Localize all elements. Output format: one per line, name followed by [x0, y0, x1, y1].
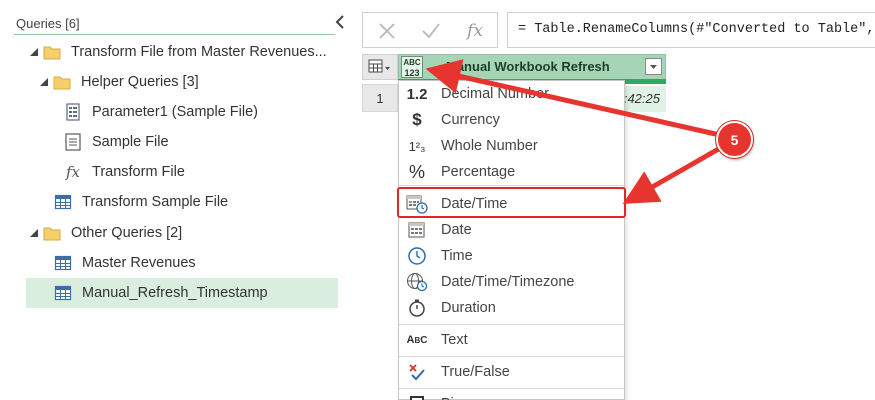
menu-item-whole-number[interactable]: 1²₃ Whole Number	[399, 133, 624, 159]
menu-item-percentage[interactable]: % Percentage	[399, 159, 624, 185]
tree-item-master-revenues[interactable]: Master Revenues	[54, 248, 346, 278]
tree-item-parameter1[interactable]: Parameter1 (Sample File)	[64, 97, 346, 127]
menu-item-currency[interactable]: $ Currency	[399, 107, 624, 133]
menu-item-label: Whole Number	[441, 138, 538, 154]
decimal-number-icon: 1.2	[406, 85, 428, 103]
stopwatch-icon	[405, 297, 429, 319]
column-title: Manual Workbook Refresh	[446, 59, 610, 74]
tree-item-other-queries-folder[interactable]: Other Queries [2]	[16, 218, 346, 248]
formula-buttons-box: fx	[362, 12, 498, 48]
formula-input[interactable]: = Table.RenameColumns(#"Converted to Tab…	[507, 12, 875, 48]
menu-item-label: Decimal Number	[441, 86, 549, 102]
text-abc-icon: ABC	[406, 334, 428, 346]
currency-icon: $	[412, 110, 422, 129]
menu-item-label: Date	[441, 222, 472, 238]
tree-item-label: Helper Queries [3]	[81, 74, 199, 90]
tree-item-manual-refresh-timestamp[interactable]: Manual_Refresh_Timestamp	[26, 278, 338, 308]
menu-item-label: Percentage	[441, 164, 516, 180]
menu-item-duration[interactable]: Duration	[399, 295, 624, 321]
menu-separator	[399, 185, 624, 186]
chevron-down-icon	[650, 65, 657, 69]
table-menu-corner-button[interactable]	[362, 54, 398, 80]
table-icon	[54, 255, 72, 271]
arrow-to-date-time	[622, 144, 724, 204]
tree-item-label: Other Queries [2]	[71, 225, 183, 241]
parameter-icon	[66, 103, 80, 121]
menu-separator	[399, 388, 624, 389]
data-type-selector-icon[interactable]: ABC 123	[401, 56, 423, 78]
type-icon-bottom-text: 123	[404, 68, 420, 78]
tree-item-label: Sample File	[92, 134, 169, 150]
expand-caret-icon[interactable]	[39, 77, 49, 87]
calendar-icon	[405, 219, 429, 241]
data-type-menu: 1.2 Decimal Number $ Currency 1²₃ Whole …	[398, 80, 625, 400]
queries-header: Queries [6]	[16, 16, 80, 31]
tree-item-label: Master Revenues	[82, 255, 196, 271]
menu-separator	[399, 356, 624, 357]
menu-item-text[interactable]: ABC Text	[399, 327, 624, 353]
menu-item-decimal-number[interactable]: 1.2 Decimal Number	[399, 81, 624, 107]
row-number[interactable]: 1	[362, 84, 398, 112]
menu-item-label: Currency	[441, 112, 500, 128]
menu-item-label: Text	[441, 332, 468, 348]
menu-item-label: True/False	[441, 364, 510, 380]
menu-item-binary[interactable]: Bi	[399, 391, 624, 400]
tree-item-label: Parameter1 (Sample File)	[92, 104, 258, 120]
menu-item-label: Time	[441, 248, 473, 264]
table-icon	[54, 285, 72, 301]
folder-icon	[43, 227, 61, 241]
folder-icon	[43, 46, 61, 60]
tree-item-label: Transform Sample File	[82, 194, 229, 210]
table-menu-icon	[368, 59, 390, 73]
function-fx-icon: fx	[65, 163, 80, 181]
step-number-badge: 5	[716, 121, 753, 158]
date-time-highlight-box	[397, 187, 626, 218]
column-filter-dropdown[interactable]	[645, 58, 662, 75]
queries-header-underline	[14, 34, 335, 35]
whole-number-icon: 1²₃	[408, 138, 426, 154]
insert-function-fx-icon[interactable]: fx	[453, 13, 497, 49]
confirm-check-icon[interactable]	[409, 13, 453, 49]
menu-item-label: Date/Time/Timezone	[441, 274, 575, 290]
binary-icon	[405, 393, 429, 400]
file-icon	[65, 133, 81, 151]
menu-item-date[interactable]: Date	[399, 217, 624, 243]
expand-caret-icon[interactable]	[29, 228, 39, 238]
tree-item-label: Manual_Refresh_Timestamp	[82, 285, 268, 301]
percentage-icon: %	[408, 161, 425, 182]
expand-caret-icon[interactable]	[29, 47, 39, 57]
tree-item-label: Transform File from Master Revenues...	[71, 44, 327, 60]
menu-separator	[399, 324, 624, 325]
tree-item-label: Transform File	[92, 164, 185, 180]
menu-item-label: Duration	[441, 300, 496, 316]
tree-item-sample-file[interactable]: Sample File	[64, 127, 346, 157]
tree-item-transform-sample-file[interactable]: Transform Sample File	[54, 187, 346, 217]
tree-item-transform-file[interactable]: fx Transform File	[64, 157, 346, 187]
menu-item-label: Bi	[441, 396, 454, 400]
tree-item-transform-file-folder[interactable]: Transform File from Master Revenues...	[16, 37, 346, 67]
menu-item-true-false[interactable]: True/False	[399, 359, 624, 385]
formula-bar: fx = Table.RenameColumns(#"Converted to …	[362, 12, 875, 48]
menu-item-date-time-timezone[interactable]: Date/Time/Timezone	[399, 269, 624, 295]
queries-pane: Queries [6] Transform File from Master R…	[0, 0, 355, 400]
type-icon-top-text: ABC	[403, 58, 421, 67]
menu-item-time[interactable]: Time	[399, 243, 624, 269]
tree-item-helper-queries-folder[interactable]: Helper Queries [3]	[34, 67, 346, 97]
check-cross-icon	[405, 361, 429, 383]
collapse-pane-chevron-icon[interactable]	[333, 14, 347, 30]
clock-icon	[405, 245, 429, 267]
cancel-x-icon[interactable]	[365, 13, 409, 49]
folder-icon	[53, 76, 71, 90]
globe-clock-icon	[405, 271, 429, 293]
table-icon	[54, 194, 72, 210]
